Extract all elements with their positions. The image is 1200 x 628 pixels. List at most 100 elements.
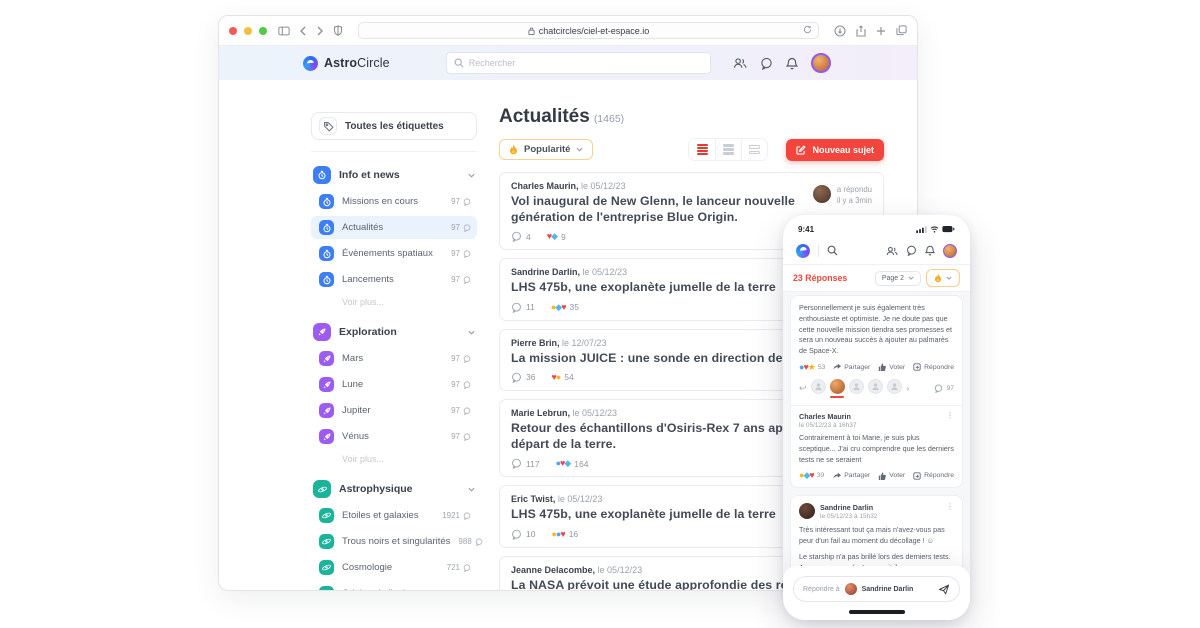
shield-icon[interactable] [333,25,343,36]
sidebar-item-actualit-s[interactable]: Actualités97 [311,216,477,239]
profile-avatar[interactable] [943,244,957,258]
new-topic-button[interactable]: Nouveau sujet [786,139,884,161]
messages-icon[interactable] [906,245,917,256]
members-icon[interactable] [733,57,747,69]
sidebar-item-lancements[interactable]: Lancements97 [311,268,477,291]
more-options-icon[interactable]: ⋮ [946,412,954,420]
members-icon[interactable] [886,246,898,256]
item-label: Lune [342,379,443,390]
reaction-count: ♥●54 [551,372,573,382]
sidebar-item-mars[interactable]: Mars97 [311,347,477,370]
all-tags-button[interactable]: Toutes les étiquettes [311,112,477,140]
sidebar-section-info-et-news[interactable]: Info et news [311,163,477,187]
participant-avatar[interactable] [811,379,826,398]
share-icon[interactable] [856,25,866,37]
brand[interactable]: AstroCircle [303,56,390,71]
vote-button[interactable]: Voter [878,472,905,480]
clock-icon [313,166,331,184]
tabs-overview-icon[interactable] [896,25,907,36]
reply-input[interactable]: Répondre à Sandrine Darlin [793,576,960,602]
reply-header: Charles Maurin le 05/12/23 à 16h37 ⋮ [799,412,954,429]
heart-emoji: ♥ [560,530,565,539]
item-count: 97 [451,197,471,206]
view-compact-button[interactable] [715,139,741,160]
last-replier-avatar[interactable] [813,185,831,203]
share-button[interactable]: Partager [833,363,870,371]
profile-avatar[interactable] [811,53,831,73]
reload-icon[interactable] [803,25,812,34]
search-icon[interactable] [827,245,838,256]
chevron-down-icon [468,487,475,492]
topic-stats: 4 ♥◆9 [511,231,805,242]
downloads-icon[interactable] [834,25,846,37]
sidebar-toggle-icon[interactable] [278,26,290,36]
sidebar-item-v-nus[interactable]: Vénus97 [311,425,477,448]
astrocircle-logo-icon [303,56,318,71]
see-more-link[interactable]: Voir plus... [311,291,477,309]
reply-button[interactable]: Répondre [913,472,954,480]
wifi-icon [930,226,939,233]
item-label: Origine de l'univers [342,588,434,591]
reaction-count: ●●♥16 [551,529,578,539]
messages-icon[interactable] [760,57,773,70]
participant-avatar[interactable] [849,379,864,398]
reactions[interactable]: ●♥★53 [799,363,825,372]
astrocircle-logo-icon[interactable] [796,244,810,258]
notifications-icon[interactable] [786,57,798,70]
reply-to-name: Sandrine Darlin [862,586,914,593]
reply-actions: ●♥★53 Partager Voter Répondre [799,363,954,372]
reply-count: 36 [511,372,535,383]
back-icon[interactable] [299,26,307,36]
search-input[interactable] [469,58,703,68]
reply-actions: ●◆♥39 Partager Voter Répondre [799,471,954,480]
item-count: 97 [451,432,471,441]
clock-icon [319,194,334,209]
more-options-icon[interactable]: ⋮ [946,503,954,511]
view-cards-button[interactable] [741,139,767,160]
sidebar-item-missions-en-cours[interactable]: Missions en cours97 [311,190,477,213]
zoom-window-button[interactable] [259,27,267,35]
sidebar-item-cosmologie[interactable]: Cosmologie721 [311,556,477,579]
reaction-count: ●◆♥35 [551,302,579,312]
sidebar-section-exploration[interactable]: Exploration [311,320,477,344]
participant-avatar[interactable] [887,379,902,398]
sidebar-item-origine-de-l-univers[interactable]: Origine de l'univers2047 [311,582,477,591]
reactions[interactable]: ●◆♥39 [799,471,824,480]
section-label: Astrophysique [339,483,460,495]
see-more-link[interactable]: Voir plus... [311,448,477,466]
item-count: 97 [451,249,471,258]
new-tab-icon[interactable] [876,26,886,36]
sidebar-item--v-nements-spatiaux[interactable]: Évènements spatiaux97 [311,242,477,265]
sidebar-item-lune[interactable]: Lune97 [311,373,477,396]
participant-avatar[interactable] [868,379,883,398]
close-window-button[interactable] [229,27,237,35]
participant-avatar[interactable] [830,379,845,398]
home-indicator[interactable] [849,610,905,614]
share-button[interactable]: Partager [833,472,870,480]
item-count: 97 [451,354,471,363]
vote-button[interactable]: Voter [878,363,905,371]
sort-flame-dropdown[interactable] [926,269,960,287]
minimize-window-button[interactable] [244,27,252,35]
reply-button[interactable]: Répondre [913,363,954,371]
chevron-right-icon[interactable]: › [907,384,910,393]
page-select-dropdown[interactable]: Page 2 [875,271,921,286]
view-toggle-group [688,138,768,161]
phone-mockup: 9:41 23 Réponses Page 2 [783,215,970,620]
item-label: Etoiles et galaxies [342,510,434,521]
chevron-down-icon [946,276,952,280]
flame-icon [509,144,518,155]
sort-popularity-dropdown[interactable]: Popularité [499,139,593,160]
sidebar-item-trous-noirs-et-singularit-s[interactable]: Trous noirs et singularités988 [311,530,477,553]
clock-icon [319,246,334,261]
search-bar[interactable] [446,52,711,74]
send-icon[interactable] [938,584,950,595]
forward-icon[interactable] [316,26,324,36]
sidebar-item-jupiter[interactable]: Jupiter97 [311,399,477,422]
view-list-button[interactable] [689,139,715,160]
notifications-icon[interactable] [925,245,935,256]
replies-count-label: 23 Réponses [793,273,870,283]
address-bar[interactable]: chatcircles/ciel-et-espace.io [358,22,819,39]
sidebar-item-etoiles-et-galaxies[interactable]: Etoiles et galaxies1921 [311,504,477,527]
sidebar-section-astrophysique[interactable]: Astrophysique [311,477,477,501]
